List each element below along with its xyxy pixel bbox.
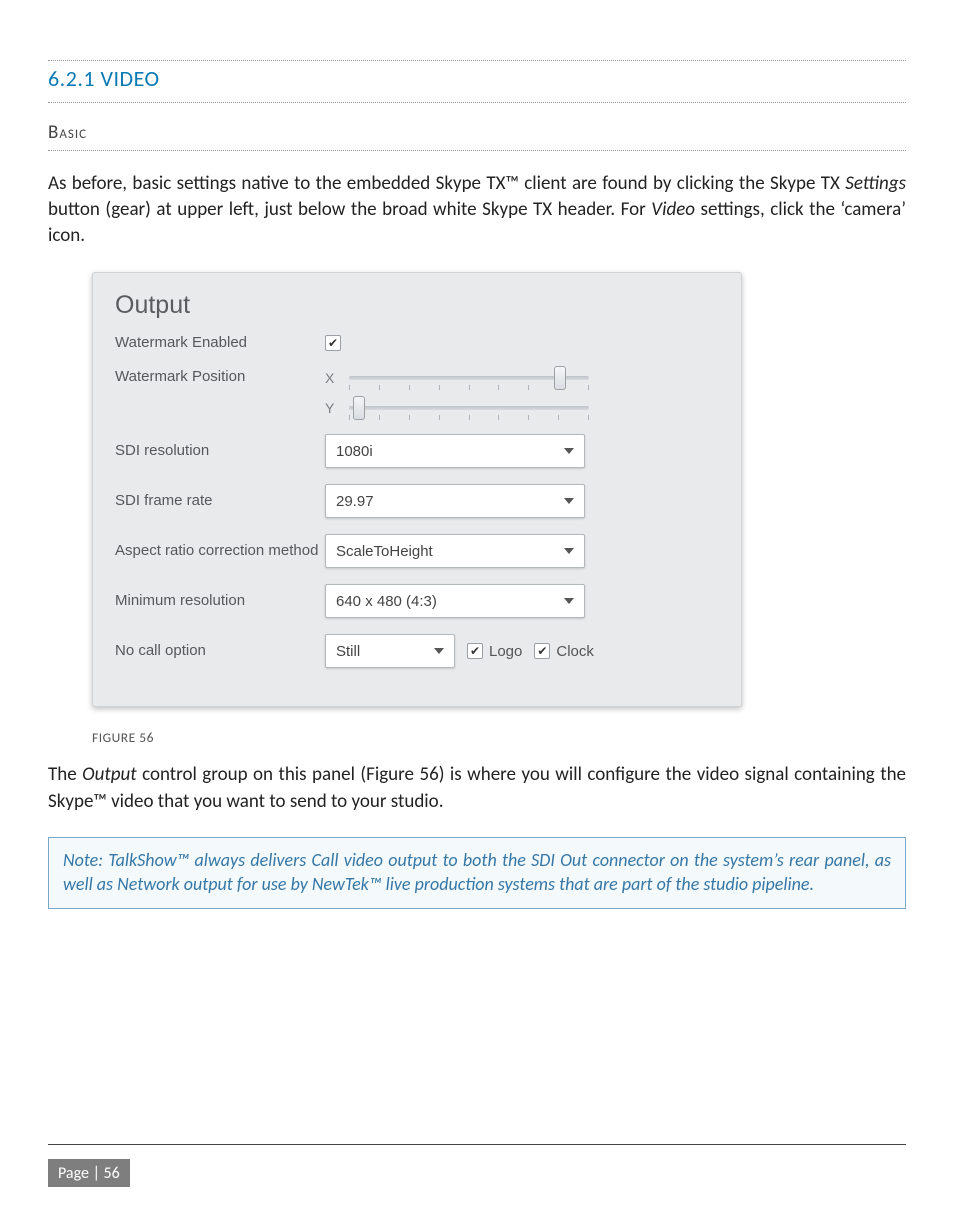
- label-watermark-enabled: Watermark Enabled: [115, 334, 325, 353]
- chevron-down-icon: [564, 448, 574, 454]
- select-sdi-resolution[interactable]: 1080i: [325, 434, 585, 468]
- intro-settings-word: Settings: [845, 172, 906, 195]
- row-no-call-option: No call option Still ✔ Logo ✔ Clock: [115, 634, 719, 668]
- intro-text-1: As before, basic settings native to the …: [48, 172, 845, 195]
- note-box: Note: TalkShow™ always delivers Call vid…: [48, 837, 906, 910]
- slider-y-thumb[interactable]: [353, 396, 365, 420]
- select-sdi-frame-rate[interactable]: 29.97: [325, 484, 585, 518]
- row-watermark-enabled: Watermark Enabled ✔: [115, 334, 719, 353]
- checkbox-watermark-enabled[interactable]: ✔: [325, 335, 341, 351]
- chevron-down-icon: [564, 598, 574, 604]
- select-min-resolution[interactable]: 640 x 480 (4:3): [325, 584, 585, 618]
- post-figure-paragraph: The Output control group on this panel (…: [48, 762, 906, 814]
- page-number-label: Page | 56: [58, 1164, 120, 1183]
- label-sdi-resolution: SDI resolution: [115, 442, 325, 461]
- slider-y[interactable]: [349, 398, 589, 418]
- checkbox-clock[interactable]: ✔: [534, 643, 550, 659]
- figure-caption: FIGURE 56: [92, 729, 906, 746]
- label-aspect-ratio: Aspect ratio correction method: [115, 542, 325, 561]
- label-sdi-frame-rate: SDI frame rate: [115, 492, 325, 511]
- checkbox-logo[interactable]: ✔: [467, 643, 483, 659]
- section-heading-wrap: 6.2.1 VIDEO: [48, 60, 906, 103]
- page-number-bar: Page | 56: [48, 1159, 130, 1187]
- chevron-down-icon: [564, 498, 574, 504]
- post-figure-text-2: control group on this panel (Figure 56) …: [48, 763, 906, 812]
- post-figure-output-word: Output: [82, 763, 136, 786]
- chevron-down-icon: [434, 648, 444, 654]
- row-sdi-resolution: SDI resolution 1080i: [115, 434, 719, 468]
- select-aspect-ratio-value: ScaleToHeight: [336, 543, 433, 560]
- output-panel-screenshot: Output Watermark Enabled ✔ Watermark Pos…: [92, 272, 742, 708]
- slider-x-line: X: [325, 368, 589, 388]
- select-sdi-frame-rate-value: 29.97: [336, 493, 374, 510]
- slider-y-axis-label: Y: [325, 400, 339, 416]
- select-no-call-value: Still: [336, 643, 360, 660]
- intro-text-2: button (gear) at upper left, just below …: [48, 198, 651, 221]
- subsection-divider: [48, 150, 906, 151]
- slider-y-line: Y: [325, 398, 589, 418]
- section-heading: 6.2.1 VIDEO: [48, 65, 906, 92]
- select-aspect-ratio[interactable]: ScaleToHeight: [325, 534, 585, 568]
- select-sdi-resolution-value: 1080i: [336, 443, 373, 460]
- label-logo: Logo: [489, 643, 522, 660]
- select-min-resolution-value: 640 x 480 (4:3): [336, 593, 437, 610]
- slider-x-axis-label: X: [325, 370, 339, 386]
- select-no-call[interactable]: Still: [325, 634, 455, 668]
- row-aspect-ratio: Aspect ratio correction method ScaleToHe…: [115, 534, 719, 568]
- slider-x-thumb[interactable]: [554, 366, 566, 390]
- post-figure-text-1: The: [48, 763, 82, 786]
- row-sdi-frame-rate: SDI frame rate 29.97: [115, 484, 719, 518]
- slider-x[interactable]: [349, 368, 589, 388]
- footer-rule: [48, 1144, 906, 1145]
- subsection-heading: Basic: [48, 121, 906, 144]
- chevron-down-icon: [564, 548, 574, 554]
- row-watermark-position: Watermark Position X Y: [115, 368, 719, 418]
- label-clock: Clock: [556, 643, 594, 660]
- row-min-resolution: Minimum resolution 640 x 480 (4:3): [115, 584, 719, 618]
- intro-video-word: Video: [651, 198, 695, 221]
- label-watermark-position: Watermark Position: [115, 368, 325, 387]
- label-min-resolution: Minimum resolution: [115, 592, 325, 611]
- intro-paragraph: As before, basic settings native to the …: [48, 171, 906, 250]
- panel-title: Output: [115, 291, 719, 320]
- label-no-call-option: No call option: [115, 642, 325, 661]
